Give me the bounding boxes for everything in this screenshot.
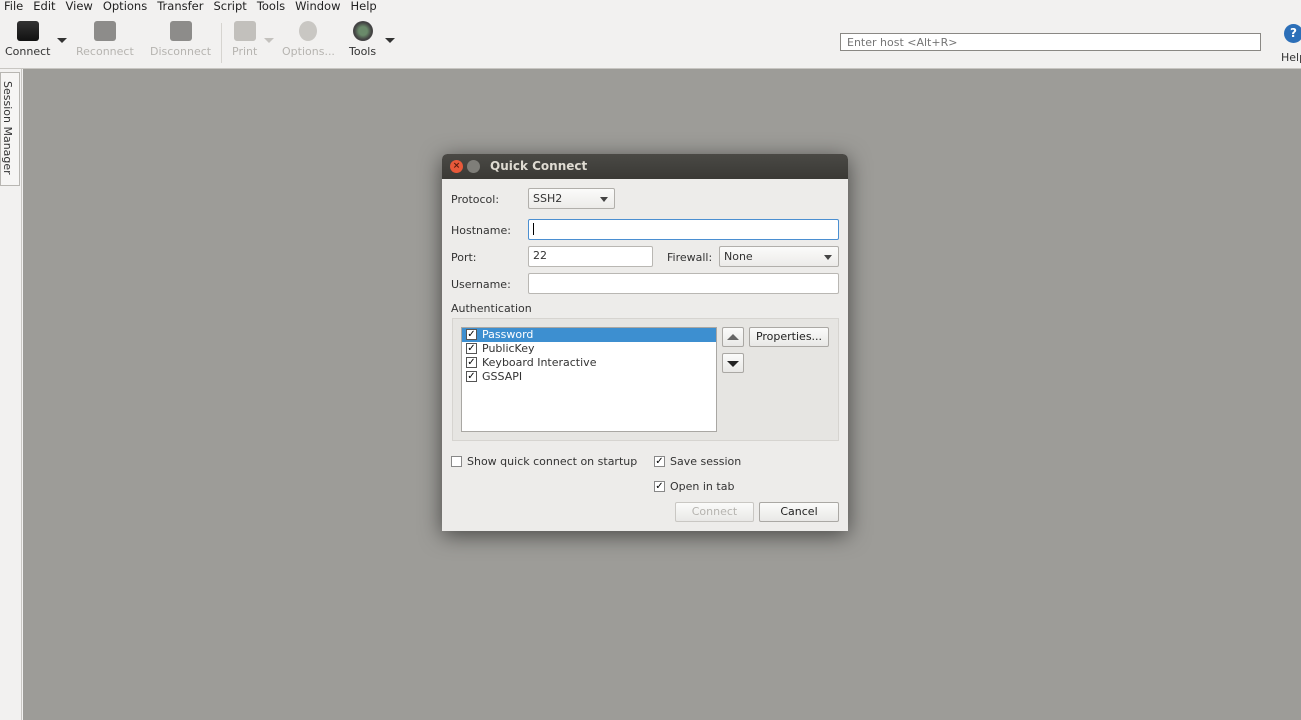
username-label: Username: [451, 278, 511, 291]
info-icon [299, 21, 318, 41]
list-item[interactable]: ✓ Password [462, 328, 716, 342]
checkbox[interactable]: ✓ [466, 329, 477, 340]
connect-button[interactable]: Connect [675, 502, 754, 522]
dialog-title: Quick Connect [490, 159, 588, 173]
open-in-tab-checkbox[interactable]: ✓ Open in tab [654, 480, 734, 493]
protocol-select[interactable]: SSH2 [528, 188, 615, 209]
move-up-button[interactable] [722, 327, 744, 347]
gear-icon [352, 21, 373, 41]
checkbox[interactable]: ✓ [466, 357, 477, 368]
menu-script[interactable]: Script [208, 0, 251, 15]
toolbar-separator [221, 23, 222, 63]
quick-connect-dialog: × Quick Connect Protocol: SSH2 Hostname:… [442, 154, 848, 531]
reconnect-button[interactable]: Reconnect [76, 21, 134, 58]
arrow-up-icon [727, 334, 739, 340]
properties-button[interactable]: Properties... [749, 327, 829, 347]
port-input[interactable]: 22 [528, 246, 653, 267]
hostname-input[interactable] [528, 219, 839, 240]
reconnect-icon [93, 21, 116, 41]
connect-dropdown-arrow[interactable] [57, 38, 67, 43]
disconnect-icon [169, 21, 192, 41]
firewall-label: Firewall: [667, 251, 713, 264]
monitor-icon [16, 21, 39, 41]
menu-options[interactable]: Options [98, 0, 152, 15]
menu-tools[interactable]: Tools [252, 0, 290, 15]
move-down-button[interactable] [722, 353, 744, 373]
authentication-label: Authentication [451, 302, 532, 315]
port-label: Port: [451, 251, 477, 264]
host-input[interactable] [840, 33, 1261, 51]
hostname-label: Hostname: [451, 224, 511, 237]
save-session-checkbox[interactable]: ✓ Save session [654, 455, 741, 468]
list-item[interactable]: ✓ PublicKey [462, 342, 716, 356]
toolbar: Connect Reconnect Disconnect Print Optio… [0, 15, 1301, 69]
checkbox[interactable]: ✓ [466, 343, 477, 354]
help-icon[interactable]: ? [1284, 24, 1301, 43]
options-button[interactable]: Options... [282, 21, 335, 58]
help-label[interactable]: Help [1281, 51, 1301, 64]
chevron-down-icon [824, 255, 832, 260]
list-item[interactable]: ✓ GSSAPI [462, 370, 716, 384]
arrow-down-icon [727, 361, 739, 367]
menu-window[interactable]: Window [290, 0, 345, 15]
protocol-label: Protocol: [451, 193, 500, 206]
minimize-icon[interactable] [467, 160, 480, 173]
sidebar: Session Manager [0, 69, 22, 720]
menu-transfer[interactable]: Transfer [152, 0, 208, 15]
menu-help[interactable]: Help [346, 0, 382, 15]
menu-bar: File Edit View Options Transfer Script T… [0, 0, 1301, 15]
cancel-button[interactable]: Cancel [759, 502, 839, 522]
chevron-down-icon [600, 197, 608, 202]
print-button[interactable]: Print [232, 21, 257, 58]
firewall-select[interactable]: None [719, 246, 839, 267]
authentication-group: ✓ Password ✓ PublicKey ✓ Keyboard Interacti… [452, 318, 839, 441]
disconnect-button[interactable]: Disconnect [150, 21, 211, 58]
menu-view[interactable]: View [61, 0, 98, 15]
tools-button[interactable]: Tools [349, 21, 376, 58]
print-dropdown-arrow[interactable] [264, 38, 274, 43]
printer-icon [233, 21, 256, 41]
checkbox[interactable]: ✓ [466, 371, 477, 382]
list-item[interactable]: ✓ Keyboard Interactive [462, 356, 716, 370]
tools-dropdown-arrow[interactable] [385, 38, 395, 43]
menu-edit[interactable]: Edit [28, 0, 60, 15]
session-manager-tab[interactable]: Session Manager [0, 72, 20, 186]
dialog-titlebar: × Quick Connect [442, 154, 848, 179]
menu-file[interactable]: File [0, 0, 28, 15]
auth-method-list[interactable]: ✓ Password ✓ PublicKey ✓ Keyboard Interacti… [461, 327, 717, 432]
username-input[interactable] [528, 273, 839, 294]
show-on-startup-checkbox[interactable]: Show quick connect on startup [451, 455, 637, 468]
close-icon[interactable]: × [450, 160, 463, 173]
connect-button[interactable]: Connect [5, 21, 50, 58]
